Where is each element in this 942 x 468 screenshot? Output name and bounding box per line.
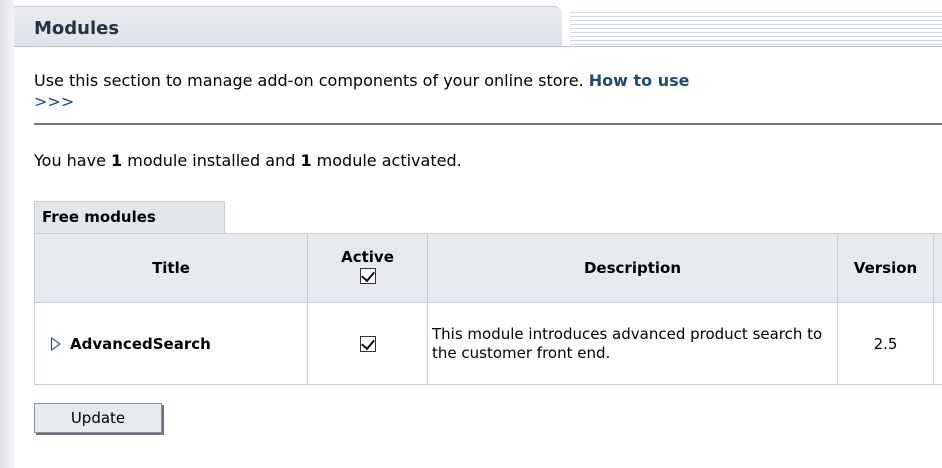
module-extra-cell — [933, 302, 942, 385]
installed-count: 1 — [111, 151, 123, 170]
column-header-version: Version — [837, 233, 934, 303]
intro-text: Use this section to manage add-on compon… — [34, 70, 942, 112]
how-to-use-link[interactable]: How to use — [589, 71, 690, 90]
table-row: AdvancedSearch This module introduces ad… — [34, 302, 942, 385]
column-header-extra — [933, 233, 942, 303]
intro-separator — [34, 123, 942, 125]
page-title: Modules — [34, 18, 120, 39]
module-title[interactable]: AdvancedSearch — [70, 335, 211, 353]
column-header-title: Title — [34, 233, 308, 303]
status-text: You have 1 module installed and 1 module… — [34, 151, 462, 170]
table-header-row: Title Active Description Version — [34, 233, 942, 303]
active-header-label: Active — [341, 248, 394, 266]
column-header-description: Description — [427, 233, 838, 303]
status-prefix: You have — [34, 151, 112, 170]
module-description: This module introduces advanced product … — [427, 302, 838, 385]
more-link[interactable]: >>> — [34, 91, 942, 112]
status-suffix: module activated. — [311, 151, 462, 170]
section-header: Modules — [14, 0, 942, 47]
column-header-active: Active — [307, 233, 428, 303]
left-shade — [0, 0, 14, 468]
select-all-checkbox-icon[interactable] — [359, 267, 376, 284]
activated-count: 1 — [300, 151, 312, 170]
expand-arrow-icon[interactable] — [51, 337, 61, 351]
intro-description: Use this section to manage add-on compon… — [34, 71, 589, 90]
header-divider — [14, 46, 942, 47]
module-title-cell: AdvancedSearch — [34, 302, 308, 385]
module-version: 2.5 — [837, 302, 934, 385]
module-active-checkbox-icon[interactable] — [359, 336, 376, 352]
module-active-cell — [307, 302, 428, 385]
update-button[interactable]: Update — [34, 403, 162, 433]
header-stripes — [570, 9, 942, 46]
tab-free-modules[interactable]: Free modules — [34, 201, 225, 233]
status-middle: module installed and — [122, 151, 301, 170]
modules-table: Title Active Description Version Advance… — [34, 233, 942, 385]
